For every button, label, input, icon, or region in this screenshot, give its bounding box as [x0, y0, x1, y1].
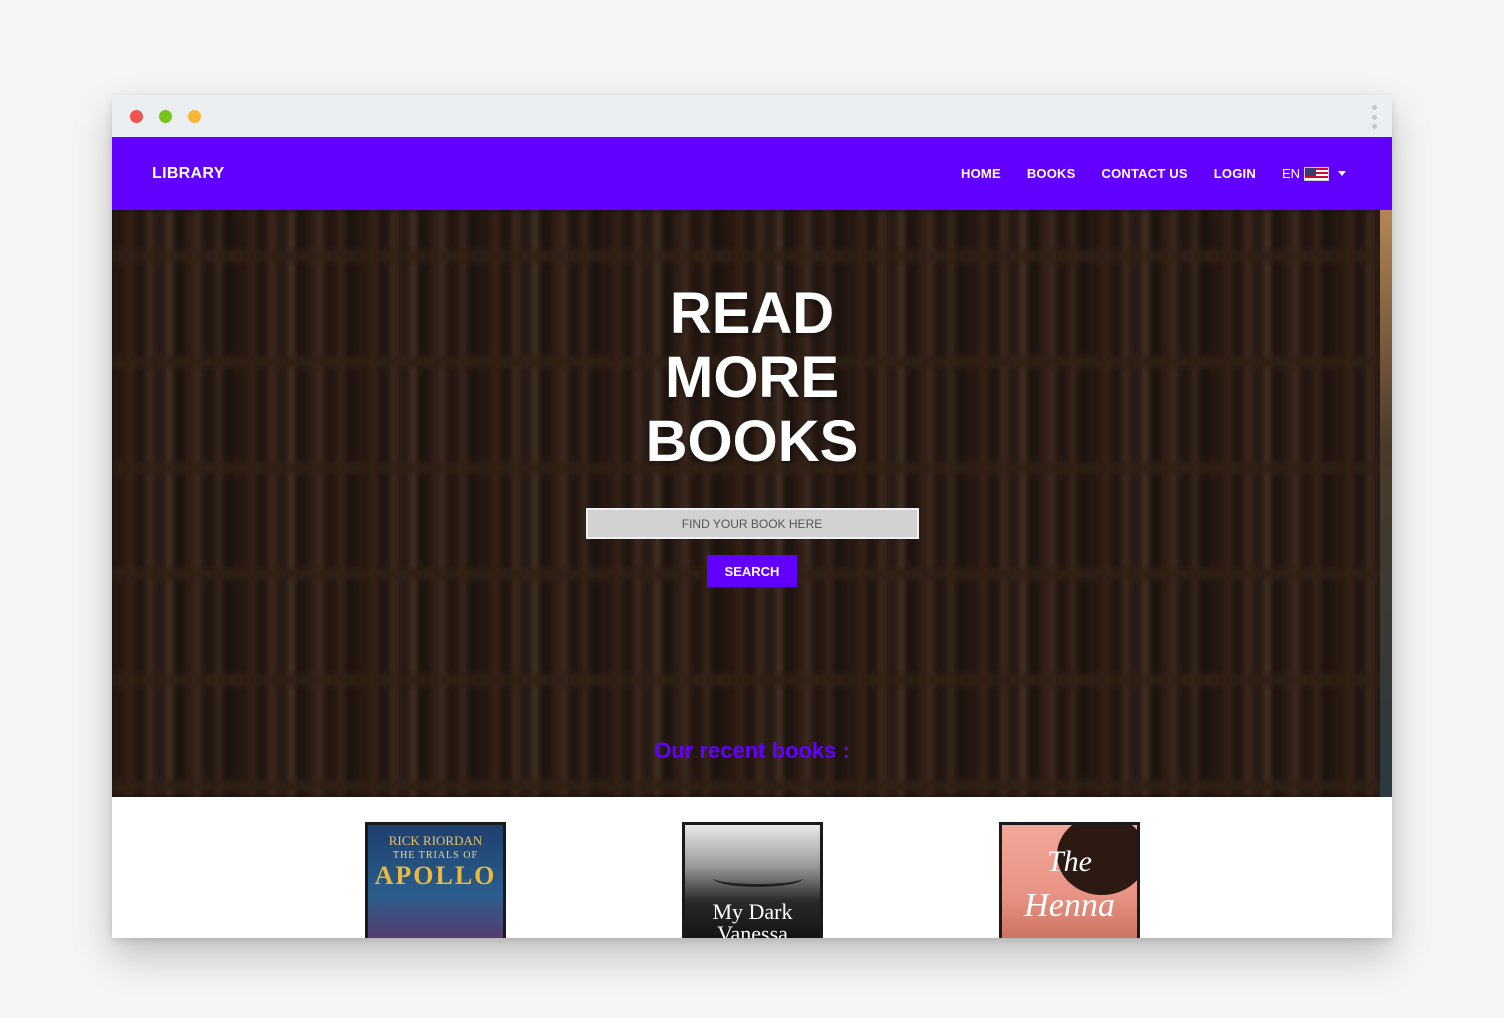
- book-title: The: [1047, 845, 1092, 878]
- book-cover-henna-wars[interactable]: The Henna: [999, 822, 1140, 938]
- hero-title-line: BOOKS: [645, 409, 859, 474]
- book-cover-trials-of-apollo[interactable]: RICK RIORDAN THE TRIALS OF APOLLO: [365, 822, 506, 938]
- book-search-input[interactable]: [585, 508, 919, 539]
- more-options-icon[interactable]: [1370, 105, 1378, 129]
- us-flag-icon: [1304, 166, 1329, 181]
- hero-section: READ MORE BOOKS SEARCH Our recent books …: [112, 210, 1392, 797]
- browser-chrome: [112, 95, 1392, 137]
- language-selector[interactable]: EN: [1282, 166, 1346, 181]
- nav-contact-link[interactable]: CONTACT US: [1102, 166, 1188, 181]
- hero-title: READ MORE BOOKS: [646, 282, 859, 474]
- minimize-window-button[interactable]: [188, 110, 201, 123]
- brand-logo[interactable]: LIBRARY: [152, 165, 225, 183]
- search-button[interactable]: SEARCH: [707, 555, 797, 587]
- recent-books-list: RICK RIORDAN THE TRIALS OF APOLLO My Dar…: [112, 797, 1392, 938]
- hero-content: READ MORE BOOKS SEARCH: [112, 282, 1392, 587]
- book-title: Henna: [1024, 887, 1115, 924]
- book-title: APOLLO: [374, 861, 497, 890]
- nav-links: HOME BOOKS CONTACT US LOGIN EN: [935, 166, 1352, 181]
- browser-window: LIBRARY HOME BOOKS CONTACT US LOGIN EN R…: [112, 95, 1392, 938]
- language-code: EN: [1281, 166, 1300, 181]
- chevron-down-icon: [1338, 171, 1346, 176]
- close-window-button[interactable]: [130, 110, 143, 123]
- recent-books-heading: Our recent books :: [654, 738, 850, 763]
- book-series: THE TRIALS OF: [392, 850, 479, 861]
- hero-title-line: READ: [669, 281, 835, 346]
- top-navbar: LIBRARY HOME BOOKS CONTACT US LOGIN EN: [112, 137, 1392, 210]
- nav-login-link[interactable]: LOGIN: [1214, 166, 1256, 181]
- book-title: Vanessa: [717, 921, 788, 938]
- maximize-window-button[interactable]: [159, 110, 172, 123]
- hero-title-line: MORE: [665, 345, 839, 410]
- book-author: RICK RIORDAN: [388, 833, 483, 848]
- nav-home-link[interactable]: HOME: [961, 166, 1001, 181]
- book-cover-my-dark-vanessa[interactable]: My Dark Vanessa: [682, 822, 823, 938]
- nav-books-link[interactable]: BOOKS: [1027, 166, 1076, 181]
